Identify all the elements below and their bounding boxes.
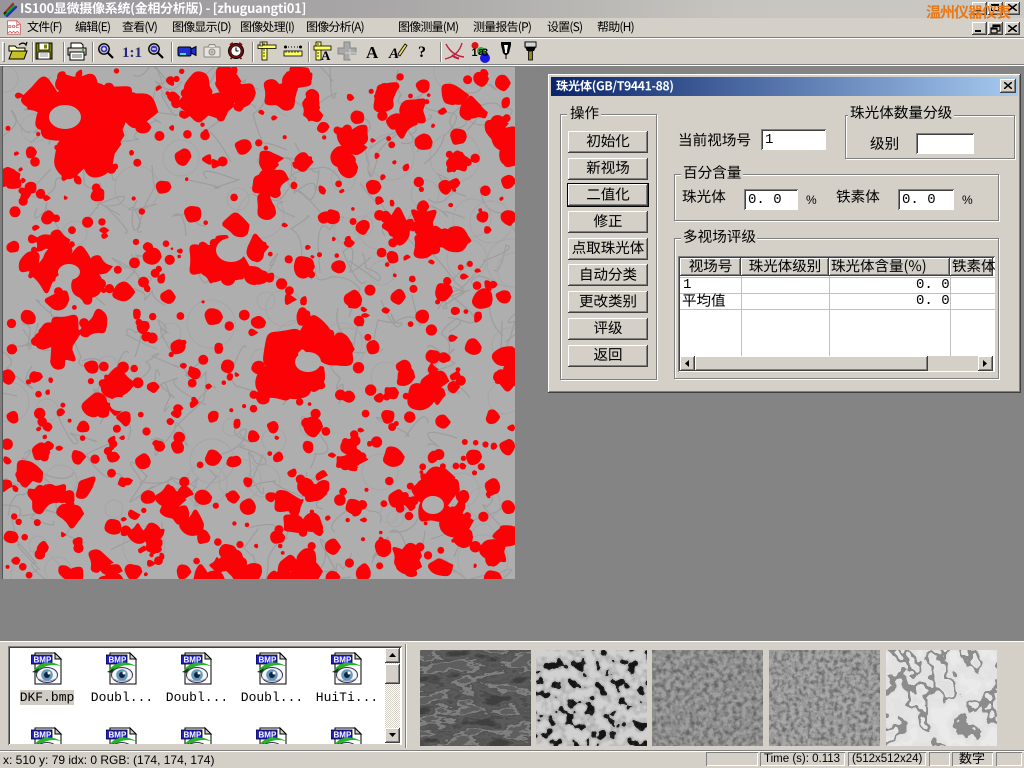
svg-text:A: A — [366, 43, 379, 62]
svg-text:A: A — [388, 46, 399, 62]
svg-text:A: A — [321, 48, 331, 63]
svg-text:1:1: 1:1 — [122, 45, 142, 61]
svg-text:1: 1 — [472, 47, 478, 59]
svg-text:DOC: DOC — [8, 24, 19, 29]
svg-text:3: 3 — [482, 47, 488, 59]
svg-text:?: ? — [418, 44, 426, 61]
